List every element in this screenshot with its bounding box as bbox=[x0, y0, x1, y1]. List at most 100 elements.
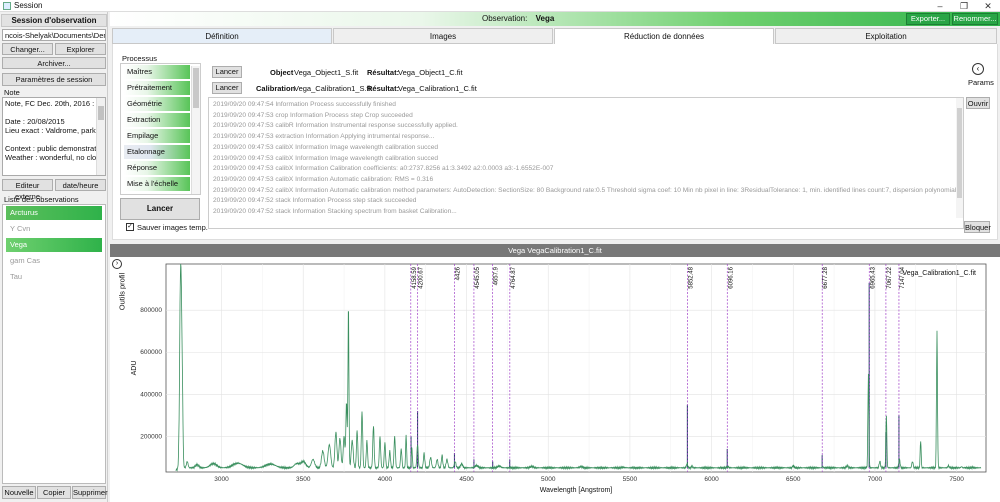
delete-observation-button[interactable]: Supprimer bbox=[72, 486, 108, 499]
note-line: Lieu exact : Valdrome, parking, bbox=[5, 126, 106, 135]
session-path-field[interactable]: ncois-Shelyak\Documents\Demetra bbox=[2, 29, 106, 41]
y-tick-label: 800000 bbox=[140, 307, 162, 314]
reference-line-label: 6096.16 bbox=[728, 266, 734, 288]
log-line: 2019/09/20 09:47:53 calibX Information I… bbox=[213, 154, 439, 162]
log-scrollbar[interactable] bbox=[956, 98, 963, 218]
y-tick-label: 200000 bbox=[140, 433, 162, 440]
x-tick-label: 3500 bbox=[296, 476, 311, 483]
changer-button[interactable]: Changer... bbox=[2, 43, 53, 55]
reference-line-label: 5852.48 bbox=[688, 266, 694, 288]
observation-label: Observation: bbox=[482, 14, 528, 23]
lock-button[interactable]: Bloquer bbox=[964, 221, 991, 233]
y-tick-label: 600000 bbox=[140, 349, 162, 356]
save-temp-label: Sauver images temp. bbox=[137, 223, 208, 232]
reference-line-label: 7067.22 bbox=[887, 266, 893, 288]
params-label[interactable]: Params bbox=[968, 78, 994, 87]
run-calibration-button[interactable]: Lancer bbox=[212, 82, 242, 94]
process-item-stacking[interactable]: Empilage bbox=[124, 129, 190, 143]
rename-button[interactable]: Renommer... bbox=[952, 13, 998, 25]
reference-line-label: 6677.28 bbox=[823, 266, 829, 288]
tab-definition[interactable]: Définition bbox=[112, 28, 332, 44]
session-panel: Session d'observation ncois-Shelyak\Docu… bbox=[0, 12, 108, 502]
process-item-response[interactable]: Réponse bbox=[124, 161, 190, 175]
close-icon[interactable]: ✕ bbox=[976, 0, 1000, 12]
export-button[interactable]: Exporter... bbox=[906, 13, 950, 25]
run-process-button[interactable]: Lancer bbox=[120, 198, 200, 220]
session-params-button[interactable]: Paramètres de session bbox=[2, 73, 106, 86]
note-scrollbar[interactable] bbox=[96, 98, 105, 175]
observation-item-tau[interactable]: Tau bbox=[6, 270, 102, 284]
process-item-scaling[interactable]: Mise à l'échelle bbox=[124, 177, 190, 191]
params-collapse-icon[interactable]: ‹ bbox=[972, 63, 984, 75]
calibration-value: Vega_Calibration1_S.fit bbox=[294, 84, 373, 93]
note-line: Context : public demonstration bbox=[5, 144, 106, 153]
save-temp-checkbox[interactable]: ✓ bbox=[126, 223, 134, 231]
log-line: 2019/09/20 09:47:53 calibR Information I… bbox=[213, 122, 458, 130]
log-line: 2019/09/20 09:47:52 calibX Information A… bbox=[213, 186, 964, 194]
tab-exploitation[interactable]: Exploitation bbox=[775, 28, 997, 44]
note-label: Note bbox=[4, 88, 20, 97]
plot-area bbox=[165, 263, 987, 473]
explorer-button[interactable]: Explorer bbox=[55, 43, 106, 55]
minimize-icon[interactable]: – bbox=[928, 0, 952, 12]
app-icon bbox=[3, 2, 11, 10]
log-line: 2019/09/20 09:47:52 stack Information St… bbox=[213, 208, 457, 216]
process-scrollbar[interactable] bbox=[191, 66, 200, 194]
note-textarea[interactable]: Note, FC Dec. 20th, 2016 : l re-p Date :… bbox=[2, 97, 106, 176]
archiver-button[interactable]: Archiver... bbox=[2, 57, 106, 69]
observation-list-label: Liste des observations bbox=[4, 195, 79, 204]
note-line: Weather : wonderful, no cloud, bbox=[5, 153, 106, 162]
observation-title: Observation: Vega bbox=[482, 14, 554, 23]
tab-images[interactable]: Images bbox=[333, 28, 553, 44]
title-bar: Session – ❐ ✕ bbox=[0, 0, 1000, 12]
spectrum-chart[interactable]: 3000 3500 4000 4500 5000 5500 6000 6500 7000 7500… bbox=[110, 257, 1000, 502]
reference-line-label: 6965.43 bbox=[870, 266, 876, 288]
reference-line-label: 4426 bbox=[455, 266, 461, 280]
y-tick-label: 400000 bbox=[140, 391, 162, 398]
x-tick-label: 6000 bbox=[704, 476, 719, 483]
note-line: Date : 20/08/2015 bbox=[5, 117, 65, 126]
object-value: Vega_Object1_S.fit bbox=[294, 68, 359, 77]
session-header: Session d'observation bbox=[1, 14, 107, 27]
log-line: 2019/09/20 09:47:53 calibX Information I… bbox=[213, 143, 439, 151]
observation-item-gamcas[interactable]: gam Cas bbox=[6, 254, 102, 268]
process-item-extraction[interactable]: Extraction bbox=[124, 113, 190, 127]
x-tick-label: 7000 bbox=[868, 476, 883, 483]
run-object-button[interactable]: Lancer bbox=[212, 66, 242, 78]
log-line: 2019/09/20 09:47:52 stack Information Pr… bbox=[213, 197, 417, 205]
calibration-label: Calibration bbox=[256, 84, 296, 93]
date-time-button[interactable]: date/heure bbox=[55, 179, 106, 191]
window-title: Session bbox=[14, 1, 43, 10]
observation-item-ycvn[interactable]: Y Cvn bbox=[6, 222, 102, 236]
reference-line-label: 4158.59 bbox=[412, 266, 418, 288]
spectrum-panel: › Outils profil 3000 3500 4000 4500 5000 5500… bbox=[110, 257, 1000, 502]
maximize-icon[interactable]: ❐ bbox=[952, 0, 976, 12]
x-tick-label: 3000 bbox=[214, 476, 229, 483]
observation-item-vega[interactable]: Vega bbox=[6, 238, 102, 252]
x-tick-label: 4000 bbox=[378, 476, 393, 483]
legend-label: Vega_Calibration1_C.fit bbox=[902, 270, 976, 277]
new-observation-button[interactable]: Nouvelle bbox=[2, 486, 36, 499]
process-item-masters[interactable]: Maîtres bbox=[124, 65, 190, 79]
x-tick-label: 7500 bbox=[949, 476, 964, 483]
observation-name: Vega bbox=[535, 14, 555, 23]
copy-observation-button[interactable]: Copier bbox=[37, 486, 71, 499]
process-item-pretreatment[interactable]: Prétraitement bbox=[124, 81, 190, 95]
note-line bbox=[5, 135, 103, 144]
observation-item-arcturus[interactable]: Arcturus bbox=[6, 206, 102, 220]
log-line: 2019/09/20 09:47:53 extraction Informati… bbox=[213, 133, 435, 141]
note-line bbox=[5, 108, 103, 117]
log-line: 2019/09/20 09:47:53 calibX Information A… bbox=[213, 175, 434, 183]
reference-line-label: 4764.87 bbox=[511, 266, 517, 288]
log-line: 2019/09/20 09:47:54 Information Process … bbox=[213, 101, 396, 108]
result-label-calibration: Résultat: bbox=[367, 84, 400, 93]
x-tick-label: 5500 bbox=[623, 476, 638, 483]
open-button[interactable]: Ouvrir bbox=[966, 97, 990, 109]
process-item-calibration[interactable]: Etalonnage bbox=[124, 145, 190, 159]
x-tick-label: 5000 bbox=[541, 476, 556, 483]
log-panel: 2019/09/20 09:47:54 Information Process … bbox=[208, 97, 964, 229]
external-editor-button[interactable]: Editeur externe bbox=[2, 179, 53, 201]
process-item-geometry[interactable]: Géométrie bbox=[124, 97, 190, 111]
spectrum-header: Vega VegaCalibration1_C.fit bbox=[110, 244, 1000, 257]
tab-data-reduction[interactable]: Réduction de données bbox=[554, 28, 774, 44]
